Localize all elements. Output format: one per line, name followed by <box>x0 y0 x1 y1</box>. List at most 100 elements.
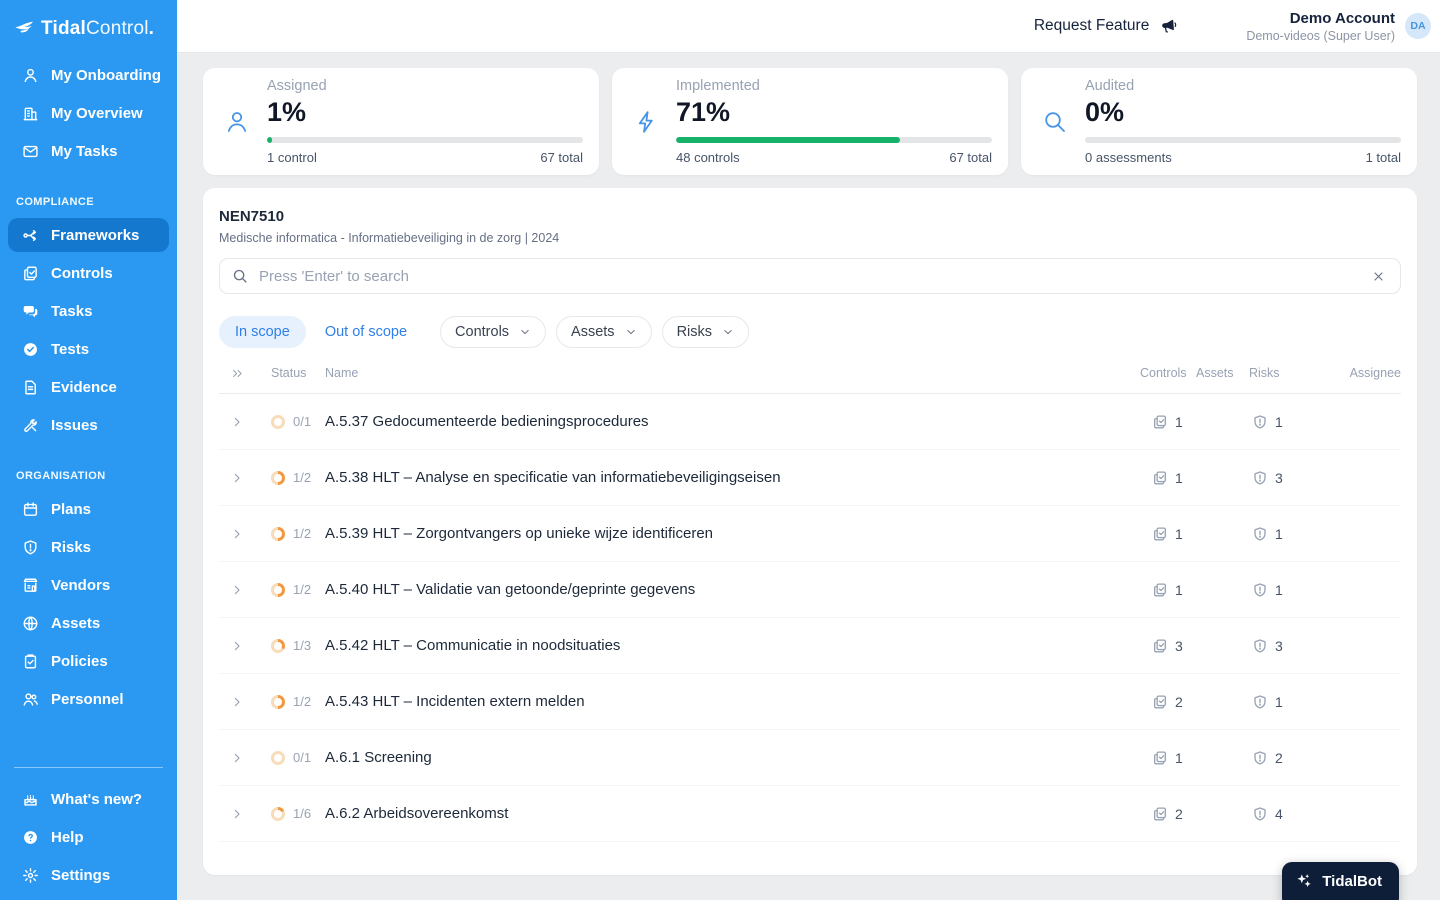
sidebar-item-issues[interactable]: Issues <box>0 406 177 444</box>
stat-card-assigned: Assigned 1% 1 control 67 total <box>203 68 599 175</box>
help-circle-icon <box>22 829 39 846</box>
account-menu[interactable]: Demo Account Demo-videos (Super User) DA <box>1246 10 1431 43</box>
sidebar-nav-bottom: What's new? Help Settings <box>0 780 177 894</box>
mail-icon <box>22 143 39 160</box>
table-row[interactable]: 1/3 A.5.42 HLT – Communicatie in noodsit… <box>219 618 1401 674</box>
sidebar-item-risks[interactable]: Risks <box>0 528 177 566</box>
stat-count: 0 assessments <box>1085 150 1172 165</box>
sidebar-item-my-onboarding[interactable]: My Onboarding <box>0 56 177 94</box>
brand-name: TidalControl. <box>41 18 154 40</box>
magnifier-lg-icon <box>1042 109 1068 135</box>
row-controls-count: 3 <box>1140 638 1196 654</box>
request-feature-button[interactable]: Request Feature <box>1028 16 1184 37</box>
stat-card-audited: Audited 0% 0 assessments 1 total <box>1021 68 1417 175</box>
row-controls-count: 1 <box>1140 582 1196 598</box>
search-input[interactable] <box>257 267 1360 286</box>
row-name[interactable]: A.6.2 Arbeidsovereenkomst <box>325 805 1140 822</box>
sidebar-nav-organisation: Plans Risks Vendors Assets Policies Pers… <box>0 490 177 718</box>
row-name[interactable]: A.5.40 HLT – Validatie van getoonde/gepr… <box>325 581 1140 598</box>
status-donut <box>271 807 285 821</box>
sparkles-icon <box>1295 872 1313 890</box>
main-content: Assigned 1% 1 control 67 total Implement… <box>177 53 1440 875</box>
sidebar-item-assets[interactable]: Assets <box>0 604 177 642</box>
filter-risks-dropdown[interactable]: Risks <box>662 316 749 348</box>
brand-name-bold: Tidal <box>41 18 86 39</box>
row-expand-chevron-icon[interactable] <box>219 527 255 541</box>
table-row[interactable]: 1/2 A.5.40 HLT – Validatie van getoonde/… <box>219 562 1401 618</box>
sidebar-item-my-overview[interactable]: My Overview <box>0 94 177 132</box>
table-row[interactable]: 1/2 A.5.43 HLT – Incidenten extern melde… <box>219 674 1401 730</box>
controls-count-icon <box>1152 750 1168 766</box>
framework-panel: NEN7510 Medische informatica - Informati… <box>203 188 1417 875</box>
table-row[interactable]: 0/1 A.6.1 Screening 1 2 <box>219 730 1401 786</box>
row-expand-chevron-icon[interactable] <box>219 583 255 597</box>
table-row[interactable]: 1/2 A.5.39 HLT – Zorgontvangers op uniek… <box>219 506 1401 562</box>
row-controls-count: 1 <box>1140 750 1196 766</box>
row-name[interactable]: A.5.43 HLT – Incidenten extern melden <box>325 693 1140 710</box>
filter-in-scope[interactable]: In scope <box>219 316 306 348</box>
globe-icon <box>22 615 39 632</box>
sidebar-item-help[interactable]: Help <box>0 818 177 856</box>
brand-logo[interactable]: TidalControl. <box>0 0 177 42</box>
controls-count-icon <box>1152 526 1168 542</box>
sidebar-item-settings[interactable]: Settings <box>0 856 177 894</box>
clipboard-check-icon <box>22 653 39 670</box>
table-row[interactable]: 1/6 A.6.2 Arbeidsovereenkomst 2 4 <box>219 786 1401 842</box>
table-row[interactable]: 0/1 A.5.37 Gedocumenteerde bedieningspro… <box>219 394 1401 450</box>
row-expand-chevron-icon[interactable] <box>219 807 255 821</box>
search-clear-button[interactable] <box>1369 267 1388 286</box>
sidebar-item-personnel[interactable]: Personnel <box>0 680 177 718</box>
stat-label: Audited <box>1085 78 1401 94</box>
search-bar <box>219 258 1401 294</box>
sidebar-item-my-tasks[interactable]: My Tasks <box>0 132 177 170</box>
stat-total: 67 total <box>949 150 992 165</box>
account-subtitle: Demo-videos (Super User) <box>1246 29 1395 43</box>
risk-count-icon <box>1252 414 1268 430</box>
sidebar-item-evidence[interactable]: Evidence <box>0 368 177 406</box>
avatar[interactable]: DA <box>1405 13 1431 39</box>
sidebar-item-controls[interactable]: Controls <box>0 254 177 292</box>
row-name[interactable]: A.5.38 HLT – Analyse en specificatie van… <box>325 469 1140 486</box>
chevrons-right-icon[interactable] <box>219 367 255 380</box>
sidebar-item-plans[interactable]: Plans <box>0 490 177 528</box>
user-icon <box>22 67 39 84</box>
store-icon <box>22 577 39 594</box>
chevron-down-icon <box>519 326 531 338</box>
column-header-status: Status <box>255 366 325 380</box>
row-expand-chevron-icon[interactable] <box>219 751 255 765</box>
section-title-organisation: ORGANISATION <box>16 470 177 482</box>
calendar-icon <box>22 501 39 518</box>
status-fraction: 0/1 <box>293 750 311 765</box>
stat-count: 48 controls <box>676 150 740 165</box>
sidebar-item-policies[interactable]: Policies <box>0 642 177 680</box>
row-name[interactable]: A.5.39 HLT – Zorgontvangers op unieke wi… <box>325 525 1140 542</box>
row-expand-chevron-icon[interactable] <box>219 639 255 653</box>
sidebar-item-tests[interactable]: Tests <box>0 330 177 368</box>
sidebar-item-vendors[interactable]: Vendors <box>0 566 177 604</box>
filter-assets-dropdown[interactable]: Assets <box>556 316 652 348</box>
row-expand-chevron-icon[interactable] <box>219 695 255 709</box>
row-controls-count: 2 <box>1140 806 1196 822</box>
row-name[interactable]: A.5.42 HLT – Communicatie in noodsituati… <box>325 637 1140 654</box>
filter-out-of-scope[interactable]: Out of scope <box>316 316 416 348</box>
row-risks-count: 1 <box>1249 582 1341 598</box>
sidebar-item-tasks[interactable]: Tasks <box>0 292 177 330</box>
table-row[interactable]: 1/2 A.5.38 HLT – Analyse en specificatie… <box>219 450 1401 506</box>
row-risks-count: 4 <box>1249 806 1341 822</box>
row-expand-chevron-icon[interactable] <box>219 471 255 485</box>
sidebar-item-what-s-new[interactable]: What's new? <box>0 780 177 818</box>
tidalbot-button[interactable]: TidalBot <box>1282 862 1399 900</box>
row-risks-count: 1 <box>1249 526 1341 542</box>
row-name[interactable]: A.5.37 Gedocumenteerde bedieningsprocedu… <box>325 413 1140 430</box>
stat-total: 1 total <box>1366 150 1401 165</box>
row-expand-chevron-icon[interactable] <box>219 415 255 429</box>
sidebar-item-frameworks[interactable]: Frameworks <box>8 218 169 252</box>
framework-title: NEN7510 <box>219 208 1401 225</box>
status-fraction: 0/1 <box>293 414 311 429</box>
filter-controls-dropdown[interactable]: Controls <box>440 316 546 348</box>
controls-count-icon <box>1152 582 1168 598</box>
controls-count-value: 2 <box>1175 694 1183 710</box>
row-name[interactable]: A.6.1 Screening <box>325 749 1140 766</box>
topbar: Request Feature Demo Account Demo-videos… <box>177 0 1440 53</box>
risk-count-icon <box>1252 694 1268 710</box>
